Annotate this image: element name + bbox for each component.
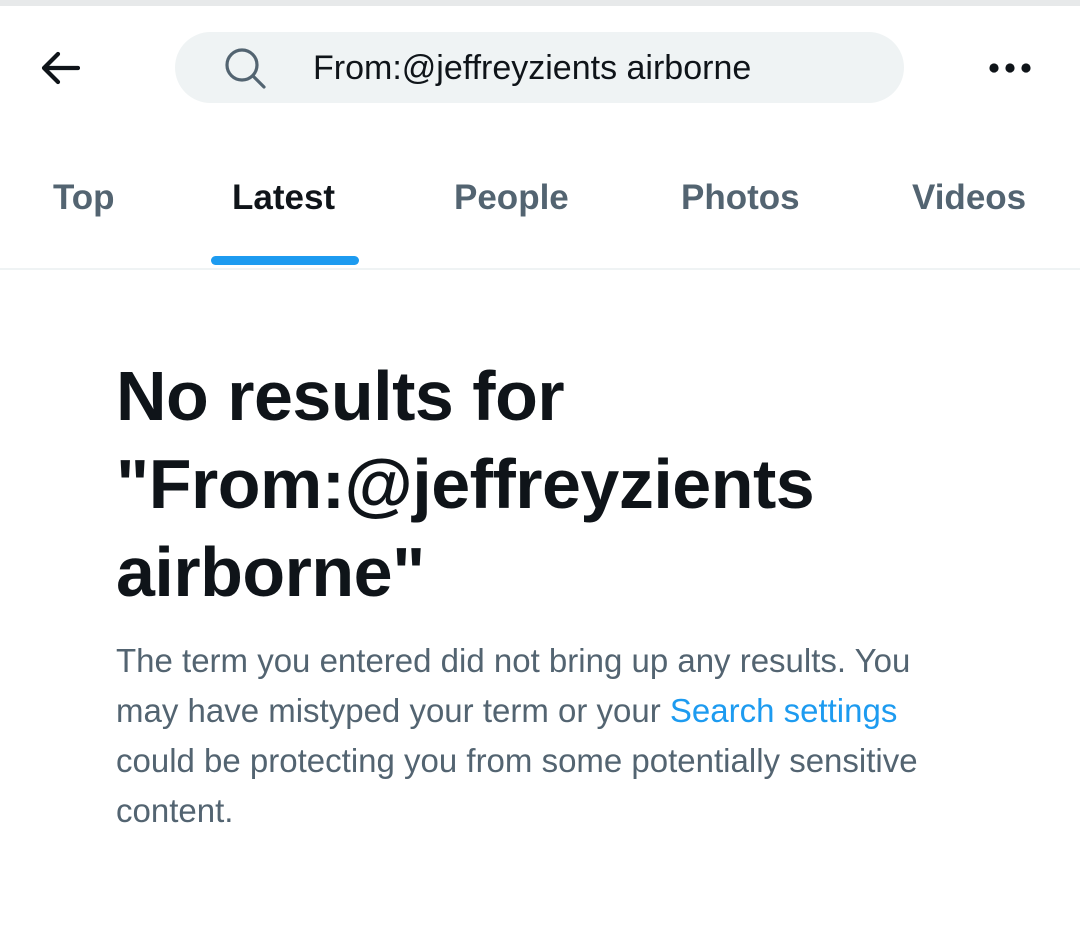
empty-state-title-line: No results for <box>116 357 565 435</box>
more-options-button[interactable] <box>982 46 1038 90</box>
empty-state-title-line: "From:@jeffreyzients <box>116 445 815 523</box>
active-tab-indicator <box>211 256 359 265</box>
tab-videos[interactable]: Videos <box>912 178 1026 268</box>
search-header <box>0 6 1080 130</box>
more-horizontal-icon <box>989 63 1031 73</box>
description-text: could be protecting you from some potent… <box>116 742 918 829</box>
tab-photos[interactable]: Photos <box>681 178 800 268</box>
search-icon <box>225 48 266 89</box>
empty-state-title-line: airborne" <box>116 533 425 611</box>
empty-state-description: The term you entered did not bring up an… <box>116 636 966 836</box>
empty-state: No results for "From:@jeffreyzients airb… <box>116 352 966 836</box>
search-input[interactable] <box>313 40 873 96</box>
arrow-left-icon <box>41 51 80 85</box>
search-settings-link[interactable]: Search settings <box>670 692 897 729</box>
tab-latest[interactable]: Latest <box>232 178 335 268</box>
tab-top[interactable]: Top <box>53 178 115 268</box>
search-tabs: Top Latest People Photos Videos <box>0 150 1080 270</box>
search-box[interactable] <box>175 32 904 103</box>
back-button[interactable] <box>30 42 90 94</box>
empty-state-title: No results for "From:@jeffreyzients airb… <box>116 352 966 616</box>
tab-people[interactable]: People <box>454 178 569 268</box>
